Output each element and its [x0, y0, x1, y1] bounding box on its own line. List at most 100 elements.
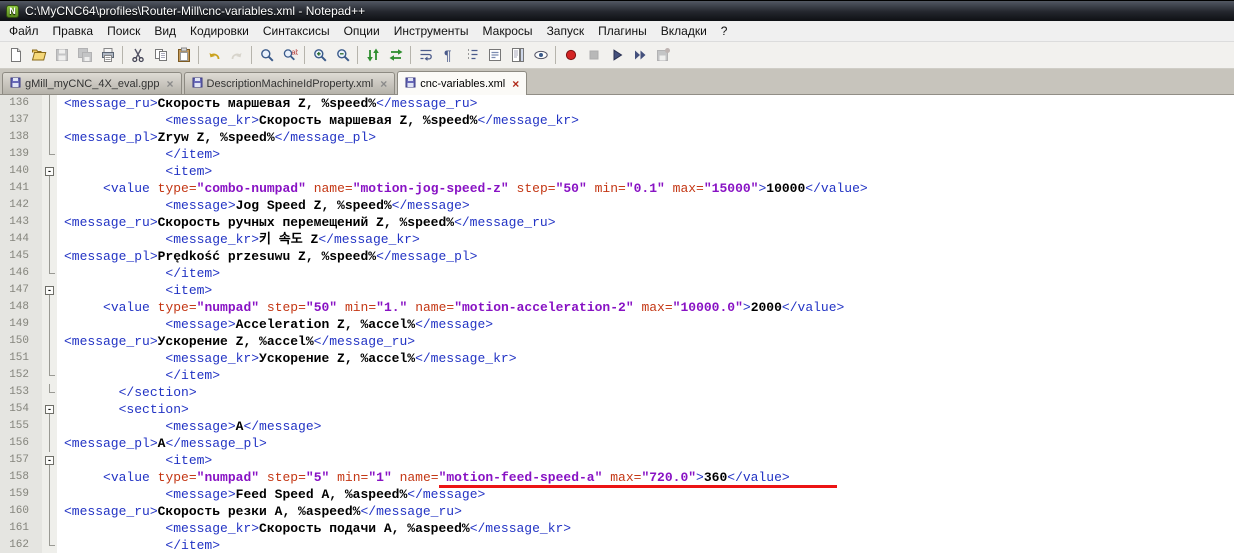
stop-record-button[interactable]: [582, 44, 605, 67]
code-text: <section>: [118, 402, 189, 417]
fold-margin-cell: [42, 333, 57, 350]
bookmark-margin[interactable]: [34, 316, 42, 333]
code-line: 143 <message_ru>Скорость ручных перемещен…: [0, 214, 1234, 231]
bookmark-margin[interactable]: [34, 248, 42, 265]
menu-item-0[interactable]: Файл: [2, 21, 46, 41]
bookmark-margin[interactable]: [34, 299, 42, 316]
bookmark-margin[interactable]: [34, 486, 42, 503]
new-file-button[interactable]: [4, 44, 27, 67]
indent-guide-button[interactable]: [460, 44, 483, 67]
bookmark-margin[interactable]: [34, 265, 42, 282]
bookmark-margin[interactable]: [34, 146, 42, 163]
bookmark-margin[interactable]: [34, 180, 42, 197]
code-line: 142 <message>Jog Speed Z, %speed%</messa…: [0, 197, 1234, 214]
bookmark-margin[interactable]: [34, 112, 42, 129]
menu-item-2[interactable]: Поиск: [100, 21, 147, 41]
bookmark-margin[interactable]: [34, 503, 42, 520]
sync-vertical-button[interactable]: [361, 44, 384, 67]
stop-record-icon: [586, 47, 602, 63]
menu-item-3[interactable]: Вид: [147, 21, 183, 41]
fold-margin-cell: [42, 469, 57, 486]
bookmark-margin[interactable]: [34, 469, 42, 486]
fold-margin-cell: -: [42, 282, 57, 299]
bookmark-margin[interactable]: [34, 367, 42, 384]
function-list-button[interactable]: [483, 44, 506, 67]
menu-item-12[interactable]: ?: [714, 21, 735, 41]
menu-item-6[interactable]: Опции: [337, 21, 387, 41]
code-line: 145 <message_pl>Prędkość przesuwu Z, %spe…: [0, 248, 1234, 265]
tab-close-icon[interactable]: ×: [167, 78, 174, 90]
doc-map-button[interactable]: [506, 44, 529, 67]
open-folder-icon: [31, 47, 47, 63]
fold-margin-cell: -: [42, 163, 57, 180]
replace-button[interactable]: ab: [278, 44, 301, 67]
word-wrap-button[interactable]: [414, 44, 437, 67]
code-text: <value type="numpad" step="50" min="1." …: [103, 300, 845, 315]
code-text: <item>: [165, 164, 213, 179]
menu-item-5[interactable]: Синтаксисы: [256, 21, 337, 41]
bookmark-margin[interactable]: [34, 333, 42, 350]
fold-collapse-icon[interactable]: -: [45, 286, 54, 295]
menu-item-8[interactable]: Макросы: [476, 21, 540, 41]
paste-button[interactable]: [172, 44, 195, 67]
redo-button[interactable]: [225, 44, 248, 67]
playback-macro-icon: [609, 47, 625, 63]
open-folder-button[interactable]: [27, 44, 50, 67]
code-line: 161 <message_kr>Скорость подачи A, %aspe…: [0, 520, 1234, 537]
bookmark-margin[interactable]: [34, 95, 42, 112]
bookmark-margin[interactable]: [34, 350, 42, 367]
fold-collapse-icon[interactable]: -: [45, 405, 54, 414]
preview-eye-button[interactable]: [529, 44, 552, 67]
menu-item-10[interactable]: Плагины: [591, 21, 654, 41]
menu-item-11[interactable]: Вкладки: [654, 21, 714, 41]
fold-margin-cell: [42, 231, 57, 248]
bookmark-margin[interactable]: [34, 520, 42, 537]
tab-close-icon[interactable]: ×: [380, 78, 387, 90]
tab-close-icon[interactable]: ×: [512, 78, 519, 90]
tab-1[interactable]: DescriptionMachineIdProperty.xml ×: [183, 72, 396, 94]
print-button[interactable]: [96, 44, 119, 67]
save-all-button[interactable]: [73, 44, 96, 67]
menu-item-4[interactable]: Кодировки: [183, 21, 256, 41]
editor[interactable]: 136 <message_ru>Скорость маршевая Z, %spe…: [0, 95, 1234, 553]
tab-0[interactable]: gMill_myCNC_4X_eval.gpp ×: [2, 72, 182, 94]
show-all-characters-button[interactable]: ¶: [437, 44, 460, 67]
bookmark-margin[interactable]: [34, 418, 42, 435]
tab-active-2[interactable]: cnc-variables.xml ×: [397, 71, 528, 95]
fold-line: [49, 214, 50, 231]
line-number: 153: [0, 384, 34, 401]
bookmark-margin[interactable]: [34, 401, 42, 418]
bookmark-margin[interactable]: [34, 197, 42, 214]
fold-margin-cell: [42, 418, 57, 435]
zoom-out-button[interactable]: [331, 44, 354, 67]
bookmark-margin[interactable]: [34, 282, 42, 299]
copy-button[interactable]: [149, 44, 172, 67]
record-macro-button[interactable]: [559, 44, 582, 67]
fold-collapse-icon[interactable]: -: [45, 167, 54, 176]
zoom-in-button[interactable]: [308, 44, 331, 67]
cut-button[interactable]: [126, 44, 149, 67]
menu-item-7[interactable]: Инструменты: [387, 21, 476, 41]
bookmark-margin[interactable]: [34, 384, 42, 401]
code-text: <message>Acceleration Z, %accel%</messag…: [165, 317, 494, 332]
bookmark-margin[interactable]: [34, 129, 42, 146]
find-button[interactable]: [255, 44, 278, 67]
code-line: 144 <message_kr>키 속도 Z</message_kr>: [0, 231, 1234, 248]
bookmark-margin[interactable]: [34, 452, 42, 469]
menu-item-9[interactable]: Запуск: [540, 21, 592, 41]
bookmark-margin[interactable]: [34, 231, 42, 248]
bookmark-margin[interactable]: [34, 435, 42, 452]
file-saved-icon: [10, 77, 21, 91]
undo-button[interactable]: [202, 44, 225, 67]
save-macro-button[interactable]: [651, 44, 674, 67]
menu-item-1[interactable]: Правка: [46, 21, 101, 41]
save-button[interactable]: [50, 44, 73, 67]
bookmark-margin[interactable]: [34, 537, 42, 553]
bookmark-margin[interactable]: [34, 163, 42, 180]
playback-macro-button[interactable]: [605, 44, 628, 67]
bookmark-margin[interactable]: [34, 214, 42, 231]
sync-horizontal-button[interactable]: [384, 44, 407, 67]
line-number: 143: [0, 214, 34, 231]
fold-collapse-icon[interactable]: -: [45, 456, 54, 465]
run-macro-multiple-button[interactable]: [628, 44, 651, 67]
